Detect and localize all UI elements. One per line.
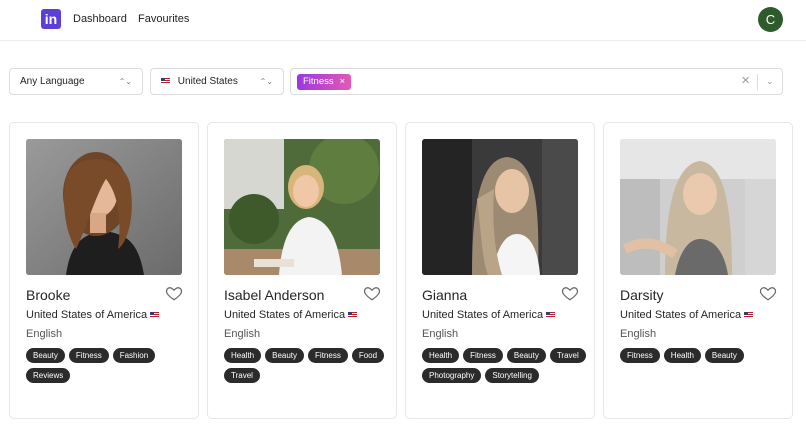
tag-badge: Photography — [422, 368, 482, 383]
chevron-updown-icon: ⌃⌄ — [118, 77, 132, 86]
country-select[interactable]: United States ⌃⌄ — [150, 68, 284, 95]
influencer-name: Darsity — [620, 287, 664, 303]
influencer-card[interactable]: Brooke United States of America English … — [9, 122, 199, 419]
influencer-country: United States of America — [620, 309, 758, 321]
chevron-down-icon[interactable]: ⌄ — [766, 69, 774, 94]
heart-icon[interactable] — [363, 284, 381, 302]
influencer-language: English — [620, 328, 657, 340]
nav-favourites-link[interactable]: Favourites — [138, 13, 189, 25]
clear-icon[interactable]: ✕ — [741, 69, 750, 94]
tag-badge: Health — [224, 348, 262, 363]
tag-badge: Fitness — [620, 348, 660, 363]
remove-tag-icon[interactable]: × — [340, 76, 346, 87]
tag-badge: Travel — [549, 348, 586, 363]
heart-icon[interactable] — [759, 284, 777, 302]
influencer-name: Gianna — [422, 287, 468, 303]
influencer-country: United States of America — [422, 309, 560, 321]
divider — [757, 74, 758, 90]
tag-badge: Reviews — [26, 368, 71, 383]
tag-badge: Food — [351, 348, 385, 363]
tag-multiselect[interactable]: Fitness × ✕ ⌄ — [290, 68, 783, 95]
us-flag-icon — [546, 312, 556, 319]
tag-badge: Fitness — [463, 348, 503, 363]
tag-badge: Health — [422, 348, 460, 363]
language-select-value: Any Language — [20, 76, 85, 87]
tag-badge: Beauty — [265, 348, 305, 363]
profile-photo — [422, 139, 578, 275]
influencer-country: United States of America — [224, 309, 362, 321]
us-flag-icon — [150, 312, 160, 319]
tag-badge: Travel — [224, 368, 260, 383]
app-logo[interactable]: in — [41, 9, 61, 29]
heart-icon[interactable] — [165, 284, 183, 302]
influencer-language: English — [422, 328, 459, 340]
country-select-value: United States — [177, 76, 238, 87]
nav-dashboard-link[interactable]: Dashboard — [73, 13, 127, 25]
profile-photo — [224, 139, 380, 275]
us-flag-icon — [161, 78, 170, 85]
profile-photo — [620, 139, 776, 275]
tag-badge: Beauty — [506, 348, 546, 363]
tag-badge: Beauty — [704, 348, 744, 363]
tag-list: Health Beauty Fitness Food Travel — [224, 348, 389, 383]
tag-badge: Beauty — [26, 348, 65, 363]
top-navbar: in Dashboard Favourites C — [0, 0, 806, 41]
tag-badge: Fitness — [308, 348, 348, 363]
profile-photo — [26, 139, 182, 275]
tag-list: Beauty Fitness Fashion Reviews — [26, 348, 191, 383]
influencer-language: English — [26, 328, 63, 340]
tag-badge: Storytelling — [485, 368, 539, 383]
tag-list: Fitness Health Beauty — [620, 348, 785, 363]
tag-badge: Fitness — [68, 348, 109, 363]
influencer-name: Brooke — [26, 287, 71, 303]
tag-badge: Fashion — [112, 348, 156, 363]
chevron-updown-icon: ⌃⌄ — [259, 77, 273, 86]
tag-list: Health Fitness Beauty Travel Photography… — [422, 348, 587, 383]
tag-badge: Health — [663, 348, 701, 363]
language-select[interactable]: Any Language ⌃⌄ — [9, 68, 143, 95]
influencer-name: Isabel Anderson — [224, 287, 325, 303]
selected-tag-label: Fitness — [303, 76, 334, 87]
influencer-language: English — [224, 328, 261, 340]
influencer-country: United States of America — [26, 309, 164, 321]
influencer-card[interactable]: Gianna United States of America English … — [405, 122, 595, 419]
selected-tag-chip: Fitness × — [297, 74, 352, 90]
user-avatar[interactable]: C — [758, 7, 783, 32]
us-flag-icon — [348, 312, 358, 319]
influencer-card[interactable]: Darsity United States of America English… — [603, 122, 793, 419]
heart-icon[interactable] — [561, 284, 579, 302]
influencer-card[interactable]: Isabel Anderson United States of America… — [207, 122, 397, 419]
us-flag-icon — [744, 312, 754, 319]
